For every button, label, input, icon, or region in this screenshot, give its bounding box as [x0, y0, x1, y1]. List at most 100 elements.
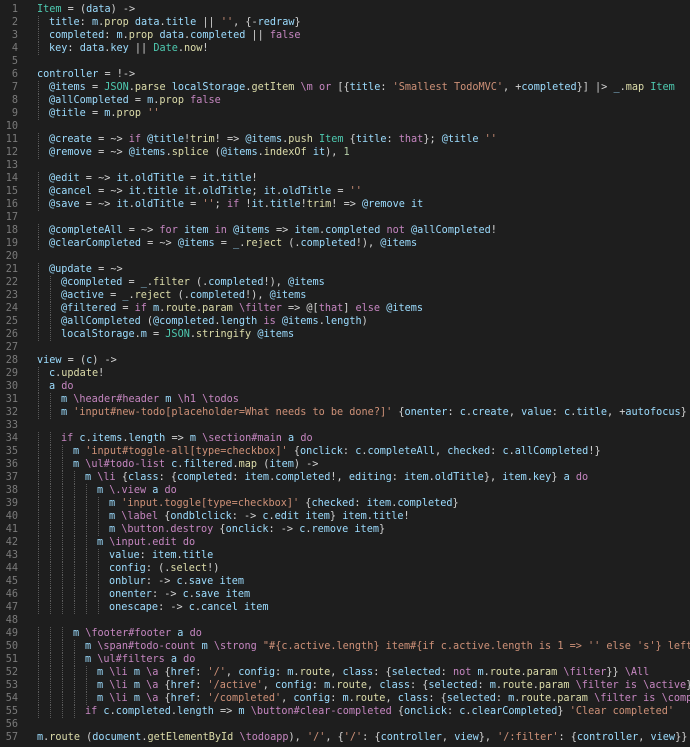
code-line[interactable]: 1 Item = (data) ->	[0, 3, 690, 16]
code-line[interactable]: 3 completed: m.prop data.completed || fal…	[0, 29, 690, 42]
line-number: 52	[5, 667, 18, 678]
code-line[interactable]: 4 key: data.key || Date.now!	[0, 42, 690, 55]
code-line[interactable]: 18 @completeAll = ~> for item in @items =…	[0, 224, 690, 237]
indent-guide	[74, 640, 75, 653]
code-text: @allCompleted = m.prop false	[49, 95, 221, 106]
code-text: m 'input#new-todo[placeholder=What needs…	[61, 407, 687, 418]
indent-guide	[38, 81, 39, 94]
code-line[interactable]: 54 m \li m \a {href: '/completed', config…	[0, 692, 690, 705]
indent-guide	[86, 510, 87, 523]
code-text: view = (c) ->	[37, 355, 117, 366]
code-line[interactable]: 24 @filtered = if m.route.param \filter =…	[0, 302, 690, 315]
code-line[interactable]: 43 value: item.title	[0, 549, 690, 562]
indent-guide	[50, 497, 51, 510]
line-number: 39	[5, 498, 18, 509]
indent-guide	[50, 523, 51, 536]
code-text: @completeAll = ~> for item in @items => …	[49, 225, 497, 236]
indent-guide	[38, 549, 39, 562]
code-line[interactable]: 49 m \footer#footer a do	[0, 627, 690, 640]
indent-guide	[50, 289, 51, 302]
indent-guide	[74, 705, 75, 718]
indent-guide	[38, 380, 39, 393]
code-editor[interactable]: 1 Item = (data) -> 2 title: m.prop data.tit…	[0, 0, 690, 747]
code-line[interactable]: 33	[0, 419, 690, 432]
code-text: config: (.select!)	[109, 563, 220, 574]
code-line[interactable]: 23 @active = _.reject (.completed!), @ite…	[0, 289, 690, 302]
code-line[interactable]: 39 m 'input.toggle[type=checkbox]' {check…	[0, 497, 690, 510]
code-line[interactable]: 53 m \li m \a {href: '/active', config: m…	[0, 679, 690, 692]
code-line[interactable]: 36 m \ul#todo-list c.filtered.map (item) …	[0, 458, 690, 471]
line-number: 41	[5, 524, 18, 535]
code-line[interactable]: 50 m \span#todo-count m \strong "#{c.acti…	[0, 640, 690, 653]
code-line[interactable]: 57 m.route (document.getElementById \todo…	[0, 731, 690, 744]
indent-guide	[38, 601, 39, 614]
code-line[interactable]: 12 @remove = ~> @items.splice (@items.ind…	[0, 146, 690, 159]
code-text: @filtered = if m.route.param \filter => …	[61, 303, 424, 314]
indent-guide	[98, 523, 99, 536]
code-text: m \li {class: {completed: item.completed…	[85, 472, 589, 483]
code-line[interactable]: 17	[0, 211, 690, 224]
code-line[interactable]: 32 m 'input#new-todo[placeholder=What nee…	[0, 406, 690, 419]
code-line[interactable]: 22 @completed = _.filter (.completed!), @…	[0, 276, 690, 289]
code-line[interactable]: 30 a do	[0, 380, 690, 393]
code-line[interactable]: 21 @update = ~>	[0, 263, 690, 276]
indent-guide	[38, 302, 39, 315]
indent-guide	[38, 575, 39, 588]
code-line[interactable]: 34 if c.items.length => m \section#main a…	[0, 432, 690, 445]
code-line[interactable]: 40 m \label {ondblclick: -> c.edit item} …	[0, 510, 690, 523]
indent-guide	[38, 627, 39, 640]
indent-guide	[62, 653, 63, 666]
code-line[interactable]: 47 onescape: -> c.cancel item	[0, 601, 690, 614]
code-line[interactable]: 38 m \.view a do	[0, 484, 690, 497]
code-line[interactable]: 8 @allCompleted = m.prop false	[0, 94, 690, 107]
code-line[interactable]: 51 m \ul#filters a do	[0, 653, 690, 666]
indent-guide	[38, 445, 39, 458]
code-line[interactable]: 31 m \header#header m \h1 \todos	[0, 393, 690, 406]
code-line[interactable]: 28 view = (c) ->	[0, 354, 690, 367]
code-line[interactable]: 48	[0, 614, 690, 627]
code-text: m \label {ondblclick: -> c.edit item} it…	[109, 511, 410, 522]
code-line[interactable]: 19 @clearCompleted = ~> @items = _.reject…	[0, 237, 690, 250]
code-line[interactable]: 35 m 'input#toggle-all[type=checkbox]' {o…	[0, 445, 690, 458]
line-number: 14	[5, 173, 18, 184]
indent-guide	[86, 484, 87, 497]
code-line[interactable]: 25 @allCompleted (@completed.length is @i…	[0, 315, 690, 328]
code-line[interactable]: 5	[0, 55, 690, 68]
code-line[interactable]: 10	[0, 120, 690, 133]
line-number: 11	[5, 134, 18, 145]
code-line[interactable]: 52 m \li m \a {href: '/', config: m.route…	[0, 666, 690, 679]
code-line[interactable]: 13	[0, 159, 690, 172]
code-line[interactable]: 46 onenter: -> c.save item	[0, 588, 690, 601]
indent-guide	[62, 575, 63, 588]
code-line[interactable]: 26 localStorage.m = JSON.stringify @items	[0, 328, 690, 341]
line-number: 20	[5, 251, 18, 262]
code-line[interactable]: 16 @save = ~> it.oldTitle = ''; if !it.ti…	[0, 198, 690, 211]
code-line[interactable]: 44 config: (.select!)	[0, 562, 690, 575]
code-line[interactable]: 56	[0, 718, 690, 731]
code-line[interactable]: 15 @cancel = ~> it.title it.oldTitle; it.…	[0, 185, 690, 198]
indent-guide	[38, 536, 39, 549]
code-line[interactable]: 7 @items = JSON.parse localStorage.getIte…	[0, 81, 690, 94]
indent-guide	[38, 523, 39, 536]
line-number: 19	[5, 238, 18, 249]
code-text: if c.completed.length => m \button#clear…	[85, 706, 674, 717]
code-line[interactable]: 14 @edit = ~> it.oldTitle = it.title!	[0, 172, 690, 185]
code-line[interactable]: 2 title: m.prop data.title || '', {-redra…	[0, 16, 690, 29]
indent-guide	[50, 458, 51, 471]
code-line[interactable]: 27	[0, 341, 690, 354]
code-line[interactable]: 11 @create = ~> if @title!trim! => @items…	[0, 133, 690, 146]
code-text: @remove = ~> @items.splice (@items.index…	[49, 147, 350, 158]
code-text: onenter: -> c.save item	[109, 589, 251, 600]
code-line[interactable]: 37 m \li {class: {completed: item.complet…	[0, 471, 690, 484]
indent-guide	[38, 432, 39, 445]
line-number: 21	[5, 264, 18, 275]
code-line[interactable]: 6 controller = !->	[0, 68, 690, 81]
code-line[interactable]: 20	[0, 250, 690, 263]
code-line[interactable]: 9 @title = m.prop ''	[0, 107, 690, 120]
code-line[interactable]: 41 m \button.destroy {onclick: -> c.remov…	[0, 523, 690, 536]
code-line[interactable]: 55 if c.completed.length => m \button#cle…	[0, 705, 690, 718]
code-line[interactable]: 42 m \input.edit do	[0, 536, 690, 549]
indent-guide	[38, 458, 39, 471]
code-line[interactable]: 45 onblur: -> c.save item	[0, 575, 690, 588]
code-line[interactable]: 29 c.update!	[0, 367, 690, 380]
